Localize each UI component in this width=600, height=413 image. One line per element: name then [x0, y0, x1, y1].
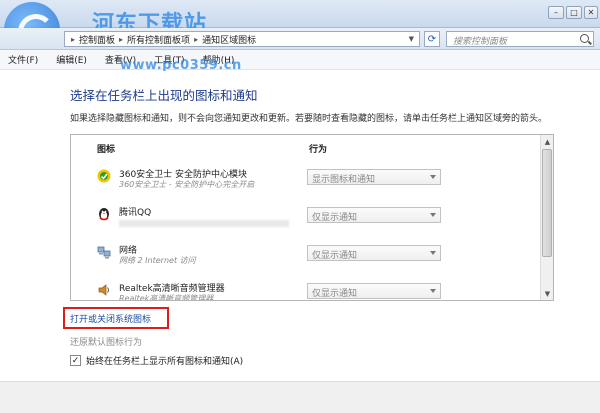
list-item-realtek: Realtek高清晰音频管理器 Realtek高清晰音频管理器 仅显示通知: [71, 277, 541, 301]
crumb-arrow-icon: ▸: [119, 34, 124, 44]
column-header-icon: 图标: [97, 145, 116, 155]
item-name: 腾讯QQ: [119, 208, 152, 218]
search-input[interactable]: 搜索控制面板: [446, 31, 594, 47]
scroll-up-icon[interactable]: ▲: [541, 135, 554, 148]
address-bar[interactable]: ▸ 控制面板 ▸ 所有控制面板项 ▸ 通知区域图标 ▼: [64, 31, 420, 47]
search-placeholder: 搜索控制面板: [453, 37, 508, 47]
list-item-network: 网络 网络 2 Internet 访问 仅显示通知: [71, 239, 541, 276]
behavior-value: 显示图标和通知: [312, 175, 376, 185]
chevron-down-icon: [430, 175, 436, 179]
scrollbar-thumb[interactable]: [542, 149, 552, 257]
search-icon: [580, 34, 589, 43]
menu-bar: 文件(F) 编辑(E) 查看(V) 工具(T) 帮助(H): [0, 50, 600, 70]
crumb-arrow-icon: ▸: [71, 34, 76, 44]
chevron-down-icon: [430, 289, 436, 293]
scroll-down-icon[interactable]: ▼: [541, 287, 554, 300]
breadcrumb-notification-icons[interactable]: 通知区域图标: [202, 33, 256, 46]
system-icons-link[interactable]: 打开或关闭系统图标: [70, 312, 151, 325]
behavior-select[interactable]: 显示图标和通知: [307, 169, 441, 185]
item-subtitle: Realtek高清晰音频管理器: [119, 294, 214, 301]
chevron-down-icon: [430, 251, 436, 255]
breadcrumb-control-panel[interactable]: 控制面板: [79, 33, 115, 46]
refresh-button[interactable]: ⟳: [424, 31, 440, 47]
page-description: 如果选择隐藏图标和通知，则不会向您通知更改和更新。若要随时查看隐藏的图标，请单击…: [70, 114, 548, 124]
list-scrollbar[interactable]: ▲ ▼: [540, 135, 553, 300]
main-content: 选择在任务栏上出现的图标和通知 如果选择隐藏图标和通知，则不会向您通知更改和更新…: [0, 71, 600, 381]
show-all-icons-option[interactable]: ✓ 始终在任务栏上显示所有图标和通知(A): [70, 354, 243, 367]
window-titlebar: 河东下载站 – □ ✕: [0, 0, 600, 58]
crumb-arrow-icon: ▸: [194, 34, 199, 44]
list-item-360: 360安全卫士 安全防护中心模块 360安全卫士 - 安全防护中心完全开启 显示…: [71, 163, 541, 200]
close-button[interactable]: ✕: [584, 6, 598, 19]
address-dropdown-icon[interactable]: ▼: [409, 35, 414, 43]
address-row: ▸ 控制面板 ▸ 所有控制面板项 ▸ 通知区域图标 ▼ ⟳ 搜索控制面板: [0, 28, 600, 50]
minimize-button[interactable]: –: [548, 6, 564, 19]
shield-360-icon: [97, 169, 111, 183]
behavior-value: 仅显示通知: [312, 213, 358, 223]
behavior-select[interactable]: 仅显示通知: [307, 207, 441, 223]
maximize-button[interactable]: □: [566, 6, 582, 19]
item-subtitle: 网络 2 Internet 访问: [119, 256, 196, 265]
behavior-value: 仅显示通知: [312, 251, 358, 261]
menu-file[interactable]: 文件(F): [6, 52, 40, 67]
refresh-icon: ⟳: [427, 33, 437, 45]
column-header-behavior: 行为: [309, 145, 328, 155]
bottom-bar: [0, 381, 600, 413]
item-subtitle-blurred: [119, 220, 289, 227]
chevron-down-icon: [430, 213, 436, 217]
list-item-qq: 腾讯QQ 仅显示通知: [71, 201, 541, 238]
speaker-icon: [98, 284, 109, 296]
breadcrumb-all-items[interactable]: 所有控制面板项: [127, 33, 190, 46]
behavior-select[interactable]: 仅显示通知: [307, 245, 441, 261]
qq-penguin-icon: [99, 208, 109, 221]
show-all-icons-label[interactable]: 始终在任务栏上显示所有图标和通知(A): [86, 354, 243, 367]
behavior-value: 仅显示通知: [312, 289, 358, 299]
notification-icons-list: 图标 行为 360安全卫士 安全防护中心模块 360安全卫士 - 安全防护中心完…: [70, 134, 554, 301]
behavior-select[interactable]: 仅显示通知: [307, 283, 441, 299]
restore-defaults-link[interactable]: 还原默认图标行为: [70, 335, 142, 348]
page-title: 选择在任务栏上出现的图标和通知: [70, 88, 258, 103]
show-all-icons-checkbox[interactable]: ✓: [70, 355, 81, 366]
menu-edit[interactable]: 编辑(E): [54, 52, 89, 67]
network-icon: [97, 246, 111, 259]
item-subtitle: 360安全卫士 - 安全防护中心完全开启: [119, 180, 255, 189]
